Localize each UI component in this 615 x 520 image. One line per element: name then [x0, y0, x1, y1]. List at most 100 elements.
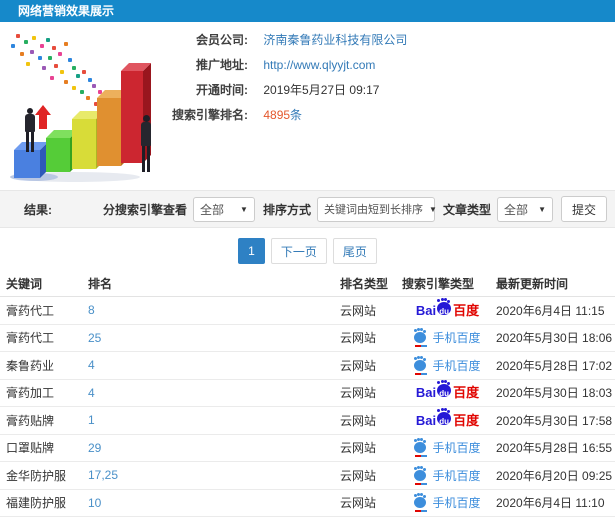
filter-bar: 结果: 分搜索引擎查看 全部 ▼ 排序方式 关键词由短到长排序 ▼ 文章类型 全部 ▼…: [0, 190, 615, 228]
rank-count: 4895条: [263, 108, 303, 122]
article-type-select[interactable]: 全部 ▼: [496, 196, 553, 222]
rank-link[interactable]: 29: [88, 441, 101, 455]
info-row-site: 推广地址: http://www.qlyyjt.com: [162, 57, 375, 73]
baidu-paw-icon: du: [437, 298, 452, 316]
table-row: 膏药加工 4 云网站 Bai du 百度 2020年5月30日 18:03: [0, 380, 615, 407]
confetti-dots: [2, 26, 6, 30]
window-titlebar: 网络营销效果展示: [0, 0, 615, 22]
header-updated: 最新更新时间: [496, 276, 569, 291]
keyword-cell: 口罩贴牌: [6, 441, 55, 456]
sort-select[interactable]: 关键词由短到长排序 ▼: [316, 196, 437, 222]
baidu-paw-icon: [414, 466, 427, 485]
rank-type-cell: 云网站: [340, 386, 377, 401]
pagination: 1 下一页 尾页: [0, 238, 615, 264]
rank-type-cell: 云网站: [340, 331, 377, 346]
rank-type-cell: 云网站: [340, 496, 377, 511]
company-label: 会员公司:: [196, 33, 248, 47]
updated-cell: 2020年5月30日 18:03: [496, 386, 613, 401]
mobile-baidu-logo: 手机百度: [414, 494, 481, 513]
header-engine-type: 搜索引擎类型: [402, 276, 475, 291]
table-row: 福建防护服 10 云网站 手机百度 2020年6月4日 11:10: [0, 490, 615, 517]
baidu-paw-icon: du: [437, 408, 452, 426]
rank-type-cell: 云网站: [340, 358, 377, 373]
bar-orange: [97, 90, 129, 166]
last-page-button[interactable]: 尾页: [332, 238, 377, 264]
table-row: 膏药代工 8 云网站 Bai du 百度 2020年6月4日 11:15: [0, 297, 615, 325]
rank-type-cell: 云网站: [340, 303, 377, 318]
baidu-paw-icon: [414, 356, 427, 375]
rank-link[interactable]: 17,25: [88, 468, 118, 482]
keyword-cell: 秦鲁药业: [6, 358, 55, 373]
rank-label: 搜索引擎排名:: [172, 108, 248, 122]
rank-link[interactable]: 4: [88, 386, 95, 400]
page: 网络营销效果展示 会员公司: 济南秦鲁药业科技有限公司 推广地址: http:/…: [0, 0, 615, 520]
submit-button[interactable]: 提交: [560, 196, 607, 222]
chevron-down-icon: ▼: [538, 204, 546, 214]
rank-link[interactable]: 10: [88, 496, 101, 510]
businessman-figure-left: [22, 108, 38, 152]
engine-view-select[interactable]: 全部 ▼: [192, 196, 255, 222]
opened-value: 2019年5月27日 09:17: [263, 83, 380, 97]
baidu-logo: Bai du 百度: [415, 408, 480, 428]
rank-link[interactable]: 8: [88, 303, 95, 317]
updated-cell: 2020年6月20日 09:25: [496, 468, 613, 483]
table-body: 膏药代工 8 云网站 Bai du 百度 2020年6月4日 11:15 膏药代…: [0, 297, 615, 517]
table-row: 秦鲁药业 4 云网站 手机百度 2020年5月28日 17:02: [0, 352, 615, 380]
baidu-paw-icon: du: [437, 381, 452, 398]
baidu-paw-icon: [414, 329, 427, 348]
page-1-button[interactable]: 1: [238, 238, 265, 264]
site-link[interactable]: http://www.qlyyjt.com: [263, 58, 375, 72]
baidu-paw-icon: [414, 494, 427, 513]
rank-type-cell: 云网站: [340, 441, 377, 456]
keyword-cell: 膏药加工: [6, 386, 55, 401]
header-keyword: 关键词: [6, 276, 43, 291]
keyword-cell: 福建防护服: [6, 496, 67, 511]
rank-type-cell: 云网站: [340, 413, 377, 428]
opened-label: 开通时间:: [196, 83, 248, 97]
bar-green: [46, 130, 78, 172]
page-title: 网络营销效果展示: [18, 4, 115, 18]
chevron-down-icon: ▼: [240, 204, 248, 214]
mobile-baidu-logo: 手机百度: [414, 329, 481, 348]
table-row: 膏药代工 25 云网站 手机百度 2020年5月30日 18:06: [0, 325, 615, 352]
table-row: 金华防护服 17,25 云网站 手机百度 2020年6月20日 09:25: [0, 462, 615, 490]
header-rank-type: 排名类型: [340, 276, 389, 291]
rank-link[interactable]: 1: [88, 413, 95, 427]
updated-cell: 2020年5月30日 18:06: [496, 331, 613, 346]
rank-link[interactable]: 25: [88, 331, 101, 345]
rank-type-cell: 云网站: [340, 468, 377, 483]
keyword-cell: 金华防护服: [6, 468, 67, 483]
bar-blue: [14, 142, 48, 178]
businessman-figure-right: [138, 115, 154, 172]
engine-view-label: 分搜索引擎查看: [102, 202, 187, 217]
baidu-logo: Bai du 百度: [415, 381, 480, 401]
baidu-paw-icon: [414, 439, 427, 458]
mobile-baidu-logo: 手机百度: [414, 439, 481, 458]
updated-cell: 2020年5月28日 17:02: [496, 358, 613, 373]
info-row-company: 会员公司: 济南秦鲁药业科技有限公司: [162, 32, 407, 48]
chevron-down-icon: ▼: [428, 204, 437, 214]
bar-chart-illustration: [2, 26, 172, 182]
updated-cell: 2020年6月4日 11:15: [496, 303, 605, 318]
updated-cell: 2020年5月28日 16:55: [496, 441, 613, 456]
mobile-baidu-logo: 手机百度: [414, 466, 481, 485]
rank-link[interactable]: 4: [88, 358, 95, 372]
mobile-baidu-logo: 手机百度: [414, 356, 481, 375]
article-type-label: 文章类型: [442, 202, 491, 217]
table-row: 口罩贴牌 29 云网站 手机百度 2020年5月28日 16:55: [0, 435, 615, 462]
keyword-cell: 膏药代工: [6, 303, 55, 318]
site-label: 推广地址:: [196, 58, 248, 72]
info-row-rank: 搜索引擎排名: 4895条: [162, 107, 302, 123]
next-page-button[interactable]: 下一页: [270, 238, 327, 264]
table-header-row: 关键词 排名 排名类型 搜索引擎类型 最新更新时间: [0, 270, 615, 297]
header-rank: 排名: [88, 276, 113, 291]
bar-yellow: [72, 111, 104, 169]
baidu-logo: Bai du 百度: [415, 298, 480, 318]
results-label: 结果:: [24, 202, 52, 217]
sort-label: 排序方式: [262, 202, 311, 217]
keyword-rank-table: 关键词 排名 排名类型 搜索引擎类型 最新更新时间 膏药代工 8 云网站 Bai…: [0, 270, 615, 517]
company-link[interactable]: 济南秦鲁药业科技有限公司: [263, 33, 407, 47]
info-row-opened: 开通时间: 2019年5月27日 09:17: [162, 82, 379, 98]
updated-cell: 2020年6月4日 11:10: [496, 496, 605, 511]
table-row: 膏药贴牌 1 云网站 Bai du 百度 2020年5月30日 17:58: [0, 407, 615, 435]
